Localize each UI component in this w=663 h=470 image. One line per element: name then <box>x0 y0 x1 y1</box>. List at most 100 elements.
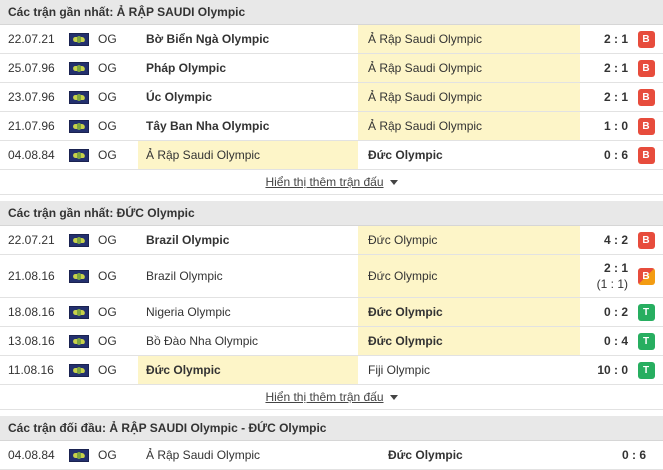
result-badge: B <box>637 267 655 285</box>
competition-code: OG <box>98 119 117 133</box>
competition-code: OG <box>98 61 117 75</box>
section-title: Các trận gần nhất: ĐỨC Olympic <box>0 201 663 226</box>
away-team[interactable]: Đức Olympic <box>358 298 580 326</box>
away-team[interactable]: Đức Olympic <box>358 255 580 297</box>
result-badge: B <box>637 30 655 48</box>
away-team[interactable]: Ả Rập Saudi Olympic <box>358 112 580 140</box>
away-team[interactable]: Ả Rập Saudi Olympic <box>358 83 580 111</box>
match-date: 21.08.16 <box>8 269 55 283</box>
competition-code: OG <box>98 90 117 104</box>
competition-flag-icon <box>68 25 90 53</box>
result-badge: B <box>637 117 655 135</box>
section-title: Các trận gần nhất: Ả RẬP SAUDI Olympic <box>0 0 663 25</box>
half-time-score: (1 : 1) <box>596 277 628 291</box>
result-badge: B <box>637 59 655 77</box>
result-badge: B <box>637 88 655 106</box>
home-team[interactable]: Ả Rập Saudi Olympic <box>138 141 358 169</box>
section-head-to-head: Các trận đối đầu: Ả RẬP SAUDI Olympic - … <box>0 416 663 470</box>
away-team[interactable]: Ả Rập Saudi Olympic <box>358 25 580 53</box>
competition-code: OG <box>98 233 117 247</box>
match-row[interactable]: 18.08.16 OG Nigeria Olympic Đức Olympic … <box>0 298 663 327</box>
match-score: 2 : 1 <box>603 32 628 46</box>
competition-flag-icon <box>68 441 90 469</box>
show-more-row: Hiển thị thêm trận đấu <box>0 170 663 195</box>
match-date: 23.07.96 <box>8 90 55 104</box>
home-team[interactable]: Ả Rập Saudi Olympic <box>138 441 378 469</box>
match-row[interactable]: 23.07.96 OG Úc Olympic Ả Rập Saudi Olymp… <box>0 83 663 112</box>
home-team[interactable]: Bồ Đào Nha Olympic <box>138 327 358 355</box>
section-recent-germany: Các trận gần nhất: ĐỨC Olympic 22.07.21 … <box>0 201 663 410</box>
away-team[interactable]: Đức Olympic <box>358 226 580 254</box>
result-badge: T <box>637 303 655 321</box>
home-team[interactable]: Bờ Biển Ngà Olympic <box>138 25 358 53</box>
match-date: 22.07.21 <box>8 233 55 247</box>
match-score: 2 : 1 <box>603 61 628 75</box>
match-date: 22.07.21 <box>8 32 55 46</box>
result-badge: T <box>637 361 655 379</box>
home-team[interactable]: Pháp Olympic <box>138 54 358 82</box>
away-team[interactable]: Đức Olympic <box>358 141 580 169</box>
match-date: 18.08.16 <box>8 305 55 319</box>
competition-code: OG <box>98 305 117 319</box>
section-title: Các trận đối đầu: Ả RẬP SAUDI Olympic - … <box>0 416 663 441</box>
match-date: 11.08.16 <box>8 363 54 377</box>
competition-flag-icon <box>68 54 90 82</box>
match-score: 2 : 1 (1 : 1) <box>580 255 632 297</box>
show-more-link[interactable]: Hiển thị thêm trận đấu <box>265 175 383 189</box>
away-team[interactable]: Đức Olympic <box>358 327 580 355</box>
home-team[interactable]: Úc Olympic <box>138 83 358 111</box>
match-row[interactable]: 25.07.96 OG Pháp Olympic Ả Rập Saudi Oly… <box>0 54 663 83</box>
match-date: 21.07.96 <box>8 119 55 133</box>
match-score: 2 : 1 <box>603 90 628 104</box>
home-team[interactable]: Nigeria Olympic <box>138 298 358 326</box>
match-row[interactable]: 04.08.84 OG Ả Rập Saudi Olympic Đức Olym… <box>0 141 663 170</box>
match-row[interactable]: 13.08.16 OG Bồ Đào Nha Olympic Đức Olymp… <box>0 327 663 356</box>
caret-down-icon[interactable] <box>389 395 398 401</box>
match-row[interactable]: 22.07.21 OG Bờ Biển Ngà Olympic Ả Rập Sa… <box>0 25 663 54</box>
caret-down-icon[interactable] <box>389 180 398 186</box>
match-date: 25.07.96 <box>8 61 55 75</box>
competition-flag-icon <box>68 112 90 140</box>
competition-flag-icon <box>68 141 90 169</box>
competition-flag-icon <box>68 298 90 326</box>
competition-code: OG <box>98 32 117 46</box>
match-date: 13.08.16 <box>8 334 55 348</box>
match-score: 10 : 0 <box>597 363 628 377</box>
competition-code: OG <box>98 269 117 283</box>
home-team[interactable]: Đức Olympic <box>138 356 358 384</box>
away-team[interactable]: Ả Rập Saudi Olympic <box>358 54 580 82</box>
competition-flag-icon <box>68 83 90 111</box>
match-score: 0 : 4 <box>603 334 628 348</box>
match-date: 04.08.84 <box>8 448 55 462</box>
match-row[interactable]: 21.07.96 OG Tây Ban Nha Olympic Ả Rập Sa… <box>0 112 663 141</box>
competition-flag-icon <box>68 226 90 254</box>
competition-flag-icon <box>68 255 90 297</box>
match-score: 1 : 0 <box>603 119 628 133</box>
full-time-score: 2 : 1 <box>603 261 628 275</box>
competition-flag-icon <box>68 327 90 355</box>
home-team[interactable]: Brazil Olympic <box>138 255 358 297</box>
competition-flag-icon <box>68 356 90 384</box>
match-row[interactable]: 11.08.16 OG Đức Olympic Fiji Olympic 10 … <box>0 356 663 385</box>
away-team[interactable]: Fiji Olympic <box>358 356 580 384</box>
match-score: 0 : 6 <box>621 448 646 462</box>
match-row[interactable]: 21.08.16 OG Brazil Olympic Đức Olympic 2… <box>0 255 663 298</box>
match-score: 4 : 2 <box>603 233 628 247</box>
result-badge: B <box>637 231 655 249</box>
match-row[interactable]: 22.07.21 OG Brazil Olympic Đức Olympic 4… <box>0 226 663 255</box>
show-more-link[interactable]: Hiển thị thêm trận đấu <box>265 390 383 404</box>
competition-code: OG <box>98 148 117 162</box>
competition-code: OG <box>98 363 117 377</box>
home-team[interactable]: Brazil Olympic <box>138 226 358 254</box>
match-row[interactable]: 04.08.84 OG Ả Rập Saudi Olympic Đức Olym… <box>0 441 663 470</box>
competition-code: OG <box>98 448 117 462</box>
result-badge: T <box>637 332 655 350</box>
away-team[interactable]: Đức Olympic <box>378 441 578 469</box>
competition-code: OG <box>98 334 117 348</box>
section-recent-saudi: Các trận gần nhất: Ả RẬP SAUDI Olympic 2… <box>0 0 663 195</box>
match-score: 0 : 2 <box>603 305 628 319</box>
home-team[interactable]: Tây Ban Nha Olympic <box>138 112 358 140</box>
match-score: 0 : 6 <box>603 148 628 162</box>
show-more-row: Hiển thị thêm trận đấu <box>0 385 663 410</box>
match-date: 04.08.84 <box>8 148 55 162</box>
